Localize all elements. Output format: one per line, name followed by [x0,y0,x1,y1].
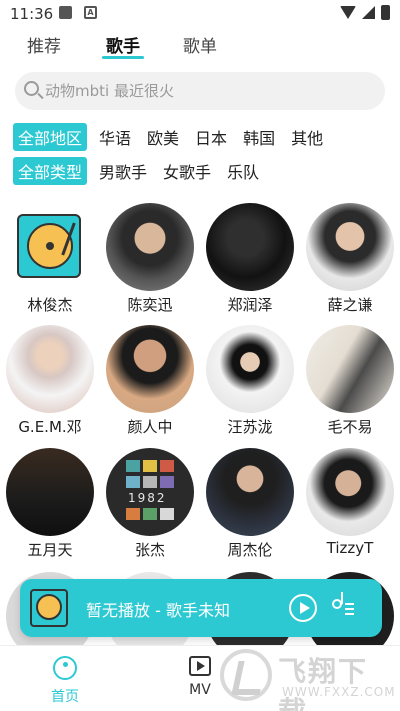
filter-region-chinese[interactable]: 华语 [99,125,131,149]
status-bar: 11:36 A [0,0,400,28]
status-indicators [340,5,390,20]
search-icon [24,81,39,96]
nav-home-label: 首页 [51,689,79,705]
tab-singers[interactable]: 歌手 [106,32,140,57]
artist-name: 郑润泽 [227,296,273,314]
artist-item[interactable]: 薛之谦 [300,203,400,315]
artist-item[interactable]: 颜人中 [100,325,200,437]
artist-name: 五月天 [27,541,73,559]
watermark: 飞翔下载 WWW.FXXZ.COM [212,645,397,711]
filter-region-western[interactable]: 欧美 [147,125,179,149]
wifi-icon [340,6,356,19]
play-button[interactable] [289,594,317,622]
watermark-logo-icon [220,649,272,701]
now-playing-title: 暂无播放 - 歌手未知 [86,601,230,620]
artist-item[interactable]: 周杰伦 [200,448,300,560]
battery-icon [381,5,390,20]
search-bar[interactable] [15,72,385,110]
artist-avatar [306,325,394,413]
artist-name: 陈奕迅 [127,296,173,314]
nav-home[interactable]: 首页 [35,652,95,706]
top-tabs: 推荐 歌手 歌单 [0,30,400,64]
filter-region-other[interactable]: 其他 [291,125,323,149]
artist-name: 汪苏泷 [227,418,273,436]
artist-avatar [306,448,394,536]
artist-avatar [6,325,94,413]
tab-recommend[interactable]: 推荐 [27,32,61,57]
search-input[interactable] [45,72,375,110]
artist-name: 颜人中 [127,418,173,436]
artist-avatar [106,325,194,413]
turntable-icon [6,203,94,291]
playlist-icon[interactable] [332,592,354,619]
artist-avatar [206,448,294,536]
filter-type-female[interactable]: 女歌手 [163,159,211,183]
artist-name: 薛之谦 [327,296,373,314]
artist-name: 张杰 [134,541,165,559]
artist-avatar [206,203,294,291]
artist-item[interactable]: 陈奕迅 [100,203,200,315]
artist-item[interactable]: 郑润泽 [200,203,300,315]
artist-avatar [6,448,94,536]
artist-item[interactable]: 五月天 [0,448,100,560]
artist-name: G.E.M.邓 [18,418,82,436]
notification-icon [59,6,72,19]
artist-name: 林俊杰 [27,296,73,314]
artist-item[interactable]: TizzyT [300,448,400,557]
filter-region-all[interactable]: 全部地区 [13,123,88,151]
type-filter-row: 全部类型 男歌手 女歌手 乐队 [13,157,275,185]
mv-play-icon [189,656,211,676]
artist-avatar: 1982 [106,448,194,536]
status-time: 11:36 [10,5,54,23]
filter-region-japan[interactable]: 日本 [195,125,227,149]
artist-avatar [306,203,394,291]
app-notification-icon: A [84,6,97,19]
filter-type-male[interactable]: 男歌手 [99,159,147,183]
active-tab-indicator [102,56,144,59]
artist-name: TizzyT [326,539,374,557]
filter-type-all[interactable]: 全部类型 [13,157,88,185]
album-year-text: 1982 [128,491,167,505]
cellular-signal-icon [362,6,375,19]
now-playing-cover-icon [30,589,68,627]
filter-type-band[interactable]: 乐队 [227,159,259,183]
artist-item[interactable]: G.E.M.邓 [0,325,100,437]
artist-item[interactable]: 毛不易 [300,325,400,437]
watermark-url: WWW.FXXZ.COM [282,685,396,699]
tab-playlists[interactable]: 歌单 [183,32,217,57]
watermark-text: 飞翔下载 [278,655,369,711]
filter-region-korea[interactable]: 韩国 [243,125,275,149]
artist-item[interactable]: 汪苏泷 [200,325,300,437]
music-note-icon [53,656,77,680]
mini-player[interactable]: 暂无播放 - 歌手未知 [20,579,382,637]
region-filter-row: 全部地区 华语 欧美 日本 韩国 其他 [13,123,339,151]
artist-avatar [106,203,194,291]
artist-name: 周杰伦 [227,541,273,559]
artist-name: 毛不易 [327,418,373,436]
artist-item[interactable]: 1982 张杰 [100,448,200,560]
artist-item[interactable]: 林俊杰 [0,203,100,315]
artist-avatar [206,325,294,413]
